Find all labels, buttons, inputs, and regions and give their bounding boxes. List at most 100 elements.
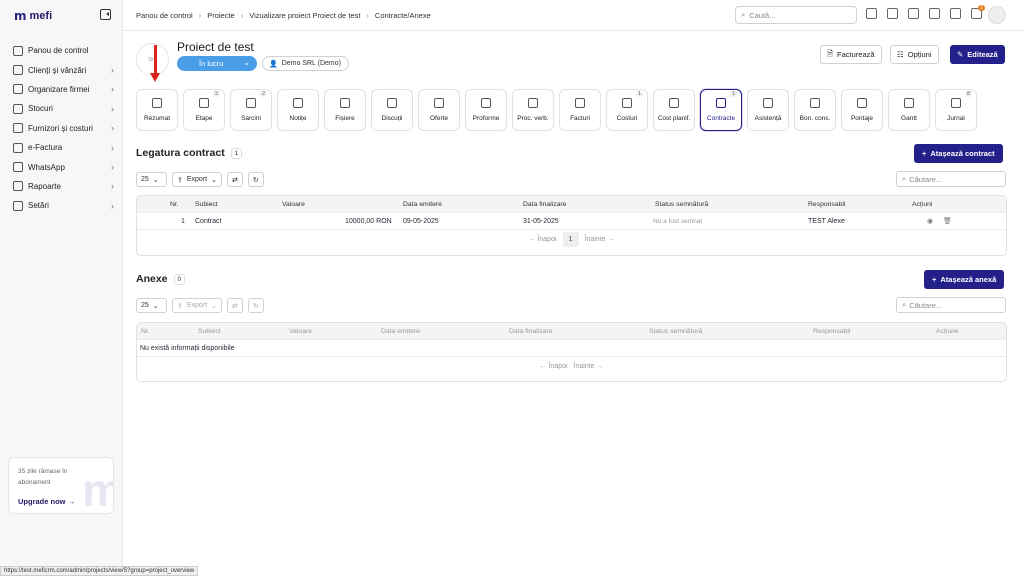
global-search-input[interactable]: ⌕ Caută... bbox=[735, 6, 857, 24]
tab-proc-verb[interactable]: Proc. verb. bbox=[512, 89, 554, 131]
tab-notite[interactable]: Notițe bbox=[277, 89, 319, 131]
tab-proforme[interactable]: Proforme bbox=[465, 89, 507, 131]
plus-icon: + bbox=[932, 275, 937, 284]
next-page-button[interactable]: Înainte → bbox=[574, 363, 604, 370]
status-dropdown[interactable]: În lucru ⌄ bbox=[177, 56, 257, 71]
column-header[interactable]: Nr. bbox=[141, 328, 150, 335]
tab-oferte[interactable]: Oferte bbox=[418, 89, 460, 131]
contracts-search-input[interactable]: ⌕ Căutare... bbox=[896, 171, 1006, 187]
breadcrumb-current: Contracte/Anexe bbox=[374, 11, 431, 20]
next-page-button[interactable]: Înainte → bbox=[585, 236, 615, 243]
column-header[interactable]: Data emitere bbox=[403, 201, 442, 208]
attach-contract-button[interactable]: + Atașează contract bbox=[914, 144, 1003, 163]
column-header[interactable]: Status semnătură bbox=[655, 201, 708, 208]
tab-costuri[interactable]: 1 Costuri bbox=[606, 89, 648, 131]
table-row[interactable]: 1 Contract 10000,00 RON 09-05-2025 31-05… bbox=[137, 213, 1006, 230]
prev-page-button[interactable]: ← Înapoi bbox=[529, 236, 557, 243]
money-icon bbox=[622, 98, 632, 108]
column-header[interactable]: Data finalizare bbox=[509, 328, 552, 335]
calendar-icon[interactable] bbox=[908, 8, 919, 19]
tab-discutii[interactable]: Discuții bbox=[371, 89, 413, 131]
prev-page-button[interactable]: ← Înapoi bbox=[540, 363, 568, 370]
upgrade-now-link[interactable]: Upgrade now → bbox=[18, 497, 75, 506]
document-icon: 🗎 bbox=[827, 49, 834, 58]
tab-contracte[interactable]: 1 Contracte bbox=[700, 89, 742, 131]
page-size-select[interactable]: 25 ⌄ bbox=[136, 172, 167, 187]
tab-jurnal[interactable]: 8 Jurnal bbox=[935, 89, 977, 131]
discussion-icon bbox=[387, 98, 397, 108]
toggle-columns-button[interactable]: ⇄ bbox=[226, 172, 243, 187]
bell-icon[interactable]: 1 bbox=[971, 5, 985, 19]
collapse-sidebar-icon[interactable] bbox=[100, 9, 111, 20]
sidebar-item-whatsapp[interactable]: WhatsApp › bbox=[8, 157, 116, 176]
tab-bon-cons[interactable]: Bon. cons. bbox=[794, 89, 836, 131]
breadcrumb-separator-icon: › bbox=[198, 11, 202, 20]
chevron-down-icon: ⌄ bbox=[211, 302, 217, 310]
reports-icon bbox=[13, 181, 23, 192]
add-icon[interactable] bbox=[866, 8, 877, 19]
column-header[interactable]: Nr. bbox=[170, 201, 179, 208]
tab-pontaje[interactable]: Pontaje bbox=[841, 89, 883, 131]
breadcrumb-separator-icon: › bbox=[240, 11, 244, 20]
tab-rezumat[interactable]: Rezumat bbox=[136, 89, 178, 131]
breadcrumb-projects[interactable]: Proiecte bbox=[207, 11, 235, 20]
export-icon: ⇪ bbox=[177, 176, 183, 184]
sidebar-item-stocks[interactable]: Stocuri › bbox=[8, 99, 116, 118]
client-chip[interactable]: 👤 Demo SRL (Demo) bbox=[262, 56, 349, 71]
sidebar-item-dashboard[interactable]: Panou de control bbox=[8, 41, 116, 60]
contracts-pagination: ← Înapoi 1 Înainte → bbox=[137, 230, 1006, 249]
truck-icon bbox=[13, 123, 23, 134]
breadcrumb-dashboard[interactable]: Panou de control bbox=[136, 11, 193, 20]
trash-icon[interactable]: 🗑 bbox=[943, 217, 952, 225]
annexes-count-badge: 0 bbox=[173, 273, 186, 285]
export-button[interactable]: ⇪ Export ⌄ bbox=[172, 298, 222, 313]
options-button[interactable]: ☷ Opțiuni bbox=[890, 45, 939, 64]
swap-icon: ⇄ bbox=[231, 176, 238, 184]
sidebar-item-reports[interactable]: Rapoarte › bbox=[8, 177, 116, 196]
invoice-button[interactable]: 🗎 Facturează bbox=[820, 45, 882, 64]
refresh-button[interactable]: ↻ bbox=[247, 298, 264, 313]
sidebar-item-efactura[interactable]: e-Factura › bbox=[8, 138, 116, 157]
column-header[interactable]: Subiect bbox=[195, 201, 218, 208]
column-header[interactable]: Valoare bbox=[289, 328, 312, 335]
tab-sarcini[interactable]: 2 Sarcini bbox=[230, 89, 272, 131]
column-header[interactable]: Data finalizare bbox=[523, 201, 566, 208]
tab-etape[interactable]: 2 Etape bbox=[183, 89, 225, 131]
avatar[interactable] bbox=[988, 6, 1006, 24]
search-icon: ⌕ bbox=[741, 10, 746, 19]
sidebar-item-clients[interactable]: Clienți și vânzări › bbox=[8, 60, 116, 79]
chat-icon[interactable] bbox=[950, 8, 961, 19]
tab-gantt[interactable]: Gantt bbox=[888, 89, 930, 131]
toggle-columns-button[interactable]: ⇄ bbox=[226, 298, 243, 313]
page-size-select[interactable]: 25 ⌄ bbox=[136, 298, 167, 313]
sidebar-item-settings[interactable]: Setări › bbox=[8, 196, 116, 215]
sidebar-item-organization[interactable]: Organizare firmei › bbox=[8, 80, 116, 99]
contracts-table: Nr. Subiect Valoare Data emitere Data fi… bbox=[136, 195, 1007, 256]
tab-facturi[interactable]: Facturi bbox=[559, 89, 601, 131]
breadcrumb-project[interactable]: Vizualizare proiect Proiect de test bbox=[249, 11, 360, 20]
column-header[interactable]: Responsabil bbox=[808, 201, 845, 208]
tab-cost-planif[interactable]: Cost planif. bbox=[653, 89, 695, 131]
column-header[interactable]: Status semnătură bbox=[649, 328, 702, 335]
column-header[interactable]: Subiect bbox=[198, 328, 221, 335]
report-icon bbox=[528, 98, 538, 108]
tab-asistenta[interactable]: Asistență bbox=[747, 89, 789, 131]
attach-annex-button[interactable]: + Atașează anexă bbox=[924, 270, 1005, 289]
timer-icon[interactable] bbox=[887, 8, 898, 19]
column-header: Acțiune bbox=[936, 327, 959, 335]
export-button[interactable]: ⇪ Export ⌄ bbox=[172, 172, 222, 187]
page-number-button[interactable]: 1 bbox=[562, 232, 579, 247]
annexes-search-input[interactable]: ⌕ Căutare... bbox=[896, 297, 1006, 313]
app-logo[interactable]: 𝗺 mefi bbox=[14, 9, 52, 23]
chevron-down-icon: ⌄ bbox=[152, 176, 159, 184]
edit-button[interactable]: ✎ Editează bbox=[950, 45, 1005, 64]
sidebar-item-suppliers[interactable]: Furnizori și costuri › bbox=[8, 119, 116, 138]
column-header[interactable]: Responsabil bbox=[813, 328, 850, 335]
tab-fisiere[interactable]: Fișiere bbox=[324, 89, 366, 131]
view-icon[interactable]: ◉ bbox=[927, 217, 933, 225]
refresh-button[interactable]: ↻ bbox=[247, 172, 264, 187]
invoice-icon bbox=[575, 98, 585, 108]
column-header[interactable]: Valoare bbox=[282, 201, 305, 208]
column-header[interactable]: Data emitere bbox=[381, 328, 420, 335]
tasks-icon[interactable] bbox=[929, 8, 940, 19]
